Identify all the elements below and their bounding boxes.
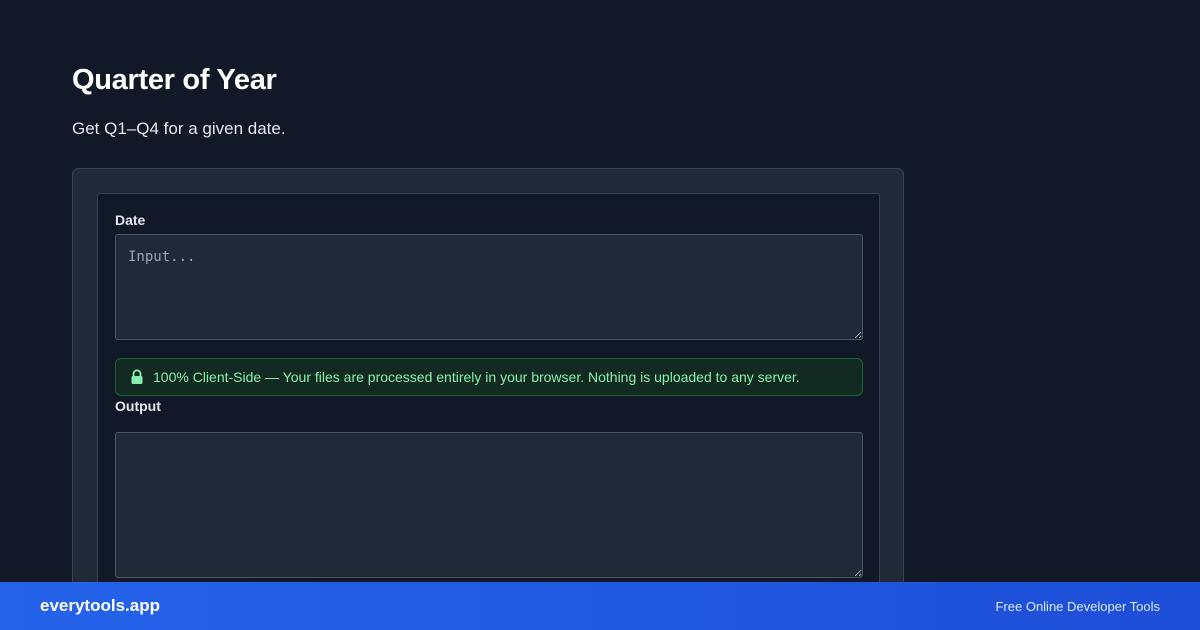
tool-card: Date 100% Client-Side — Your files are p… <box>72 168 904 613</box>
footer-brand[interactable]: everytools.app <box>40 596 160 616</box>
page-title: Quarter of Year <box>72 64 277 96</box>
notice-text: 100% Client-Side — Your files are proces… <box>153 369 800 385</box>
date-label: Date <box>115 212 146 228</box>
footer-bar: everytools.app Free Online Developer Too… <box>0 582 1200 630</box>
date-input[interactable] <box>115 234 863 340</box>
page: Quarter of Year Get Q1–Q4 for a given da… <box>0 0 1200 630</box>
client-side-notice: 100% Client-Side — Your files are proces… <box>115 358 863 396</box>
footer-tagline: Free Online Developer Tools <box>995 598 1160 614</box>
tool-panel: Date 100% Client-Side — Your files are p… <box>97 193 880 613</box>
output-label: Output <box>115 398 161 414</box>
lock-icon <box>130 369 144 385</box>
output-field[interactable] <box>115 432 863 578</box>
page-subtitle: Get Q1–Q4 for a given date. <box>72 119 286 138</box>
